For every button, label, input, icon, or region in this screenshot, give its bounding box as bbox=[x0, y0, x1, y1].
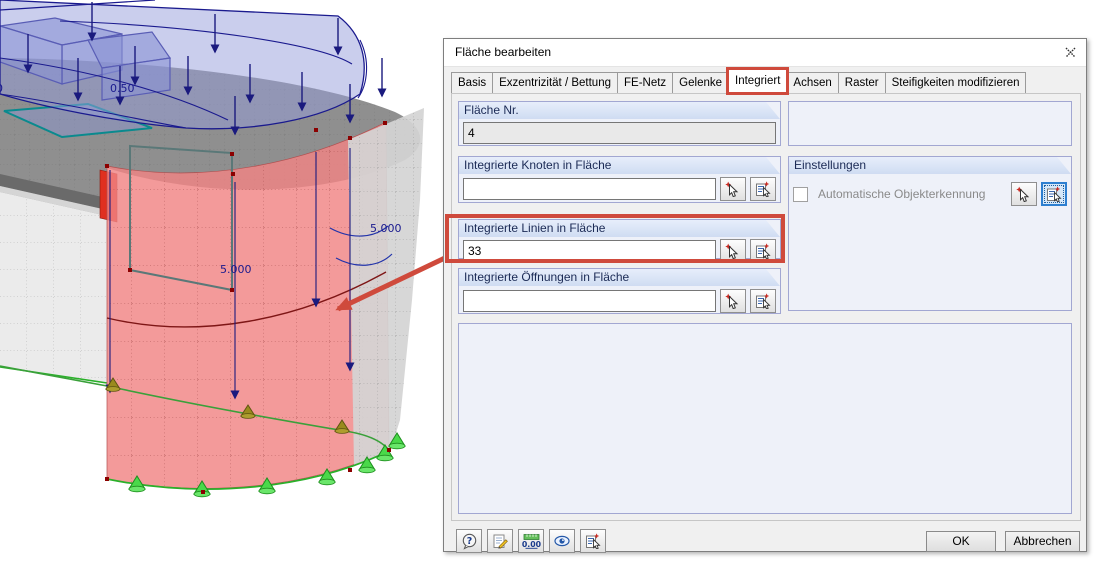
pick-einstellungen-button[interactable] bbox=[1011, 182, 1037, 206]
pick-icon bbox=[725, 293, 739, 309]
flaeche-nr-field: 4 bbox=[463, 122, 776, 144]
tab-basis[interactable]: Basis bbox=[451, 72, 494, 93]
dim-label-cut: 0 bbox=[0, 82, 3, 95]
ok-button[interactable]: OK bbox=[926, 531, 996, 552]
pick-icon bbox=[1016, 186, 1030, 202]
group-integrierte-knoten-header: Integrierte Knoten in Fläche bbox=[459, 157, 780, 174]
group-einstellungen-header: Einstellungen bbox=[789, 157, 1071, 174]
pick-list-icon bbox=[585, 533, 601, 549]
display-properties-icon bbox=[554, 535, 570, 547]
pick-list-linien-button[interactable] bbox=[750, 239, 776, 263]
dim-label-5000-mid: 5.000 bbox=[220, 263, 252, 276]
group-integrierte-linien-header: Integrierte Linien in Fläche bbox=[459, 220, 780, 237]
tab-fe-netz[interactable]: FE-Netz bbox=[617, 72, 674, 93]
group-info-empty bbox=[788, 101, 1072, 146]
auto-objekterkennung-label: Automatische Objekterkennung bbox=[818, 187, 986, 201]
comment-edit-icon bbox=[493, 534, 508, 549]
group-integrierte-oeffnungen-header: Integrierte Öffnungen in Fläche bbox=[459, 269, 780, 286]
help-button[interactable]: ? bbox=[456, 529, 482, 553]
pick-list-footer-button[interactable] bbox=[580, 529, 606, 553]
units-icon: 0.00 bbox=[522, 533, 541, 549]
pick-list-icon bbox=[1046, 186, 1062, 202]
dialog-title: Fläche bearbeiten bbox=[455, 45, 552, 59]
group-einstellungen: Einstellungen Automatische Objekterkennu… bbox=[788, 156, 1072, 311]
group-integrierte-oeffnungen: Integrierte Öffnungen in Fläche bbox=[458, 268, 781, 314]
pick-icon bbox=[725, 243, 739, 259]
dialog-titlebar[interactable]: Fläche bearbeiten bbox=[444, 39, 1086, 67]
group-flaeche-nr: Fläche Nr. 4 bbox=[458, 101, 781, 146]
left-wall-surface[interactable] bbox=[0, 192, 108, 384]
pick-list-oeffnungen-button[interactable] bbox=[750, 289, 776, 313]
auto-objekterkennung-checkbox[interactable] bbox=[793, 186, 808, 202]
footer-toolbar: ? 0.00 bbox=[456, 529, 606, 553]
group-integrierte-linien: Integrierte Linien in Fläche 33 bbox=[458, 219, 781, 263]
pick-list-einstellungen-button[interactable] bbox=[1041, 182, 1067, 206]
svg-text:?: ? bbox=[466, 536, 472, 547]
group-detail-empty bbox=[458, 323, 1072, 514]
dim-label-5000-right: 5.000 bbox=[370, 222, 402, 235]
pick-icon bbox=[725, 181, 739, 197]
tab-steifigkeiten-modifizieren[interactable]: Steifigkeiten modifizieren bbox=[884, 72, 1027, 93]
dim-label-050: 0.50 bbox=[110, 82, 135, 95]
tab-strip: Basis Exzentrizität / Bettung FE-Netz Ge… bbox=[451, 67, 1079, 95]
close-icon bbox=[1065, 47, 1075, 58]
tab-exzentrizitaet-bettung[interactable]: Exzentrizität / Bettung bbox=[492, 72, 618, 93]
pick-oeffnungen-button[interactable] bbox=[720, 289, 746, 313]
svg-text:0.00: 0.00 bbox=[522, 540, 541, 549]
group-integrierte-knoten: Integrierte Knoten in Fläche bbox=[458, 156, 781, 203]
units-button[interactable]: 0.00 bbox=[518, 529, 544, 553]
integrierte-oeffnungen-input[interactable] bbox=[463, 290, 716, 312]
comment-button[interactable] bbox=[487, 529, 513, 553]
app-canvas: { "window": {"title": "Fläche bearbeiten… bbox=[0, 0, 1101, 580]
help-icon: ? bbox=[462, 533, 476, 550]
group-flaeche-nr-header: Fläche Nr. bbox=[459, 102, 780, 119]
tab-integriert[interactable]: Integriert bbox=[726, 67, 790, 95]
integrierte-knoten-input[interactable] bbox=[463, 178, 716, 200]
pick-list-icon bbox=[755, 293, 771, 309]
integrierte-linien-input[interactable]: 33 bbox=[463, 240, 716, 262]
pick-list-knoten-button[interactable] bbox=[750, 177, 776, 201]
tab-raster[interactable]: Raster bbox=[837, 72, 886, 93]
dialog-flaeche-bearbeiten: Fläche bearbeiten Basis Exzentrizität / … bbox=[443, 38, 1087, 553]
cancel-button[interactable]: Abbrechen bbox=[1005, 531, 1080, 552]
tab-gelenke[interactable]: Gelenke bbox=[672, 72, 730, 93]
close-button[interactable] bbox=[1060, 43, 1080, 62]
pick-list-icon bbox=[755, 243, 771, 259]
pick-knoten-button[interactable] bbox=[720, 177, 746, 201]
display-properties-button[interactable] bbox=[549, 529, 575, 553]
pick-linien-button[interactable] bbox=[720, 239, 746, 263]
pick-list-icon bbox=[755, 181, 771, 197]
tab-achsen[interactable]: Achsen bbox=[786, 72, 839, 93]
